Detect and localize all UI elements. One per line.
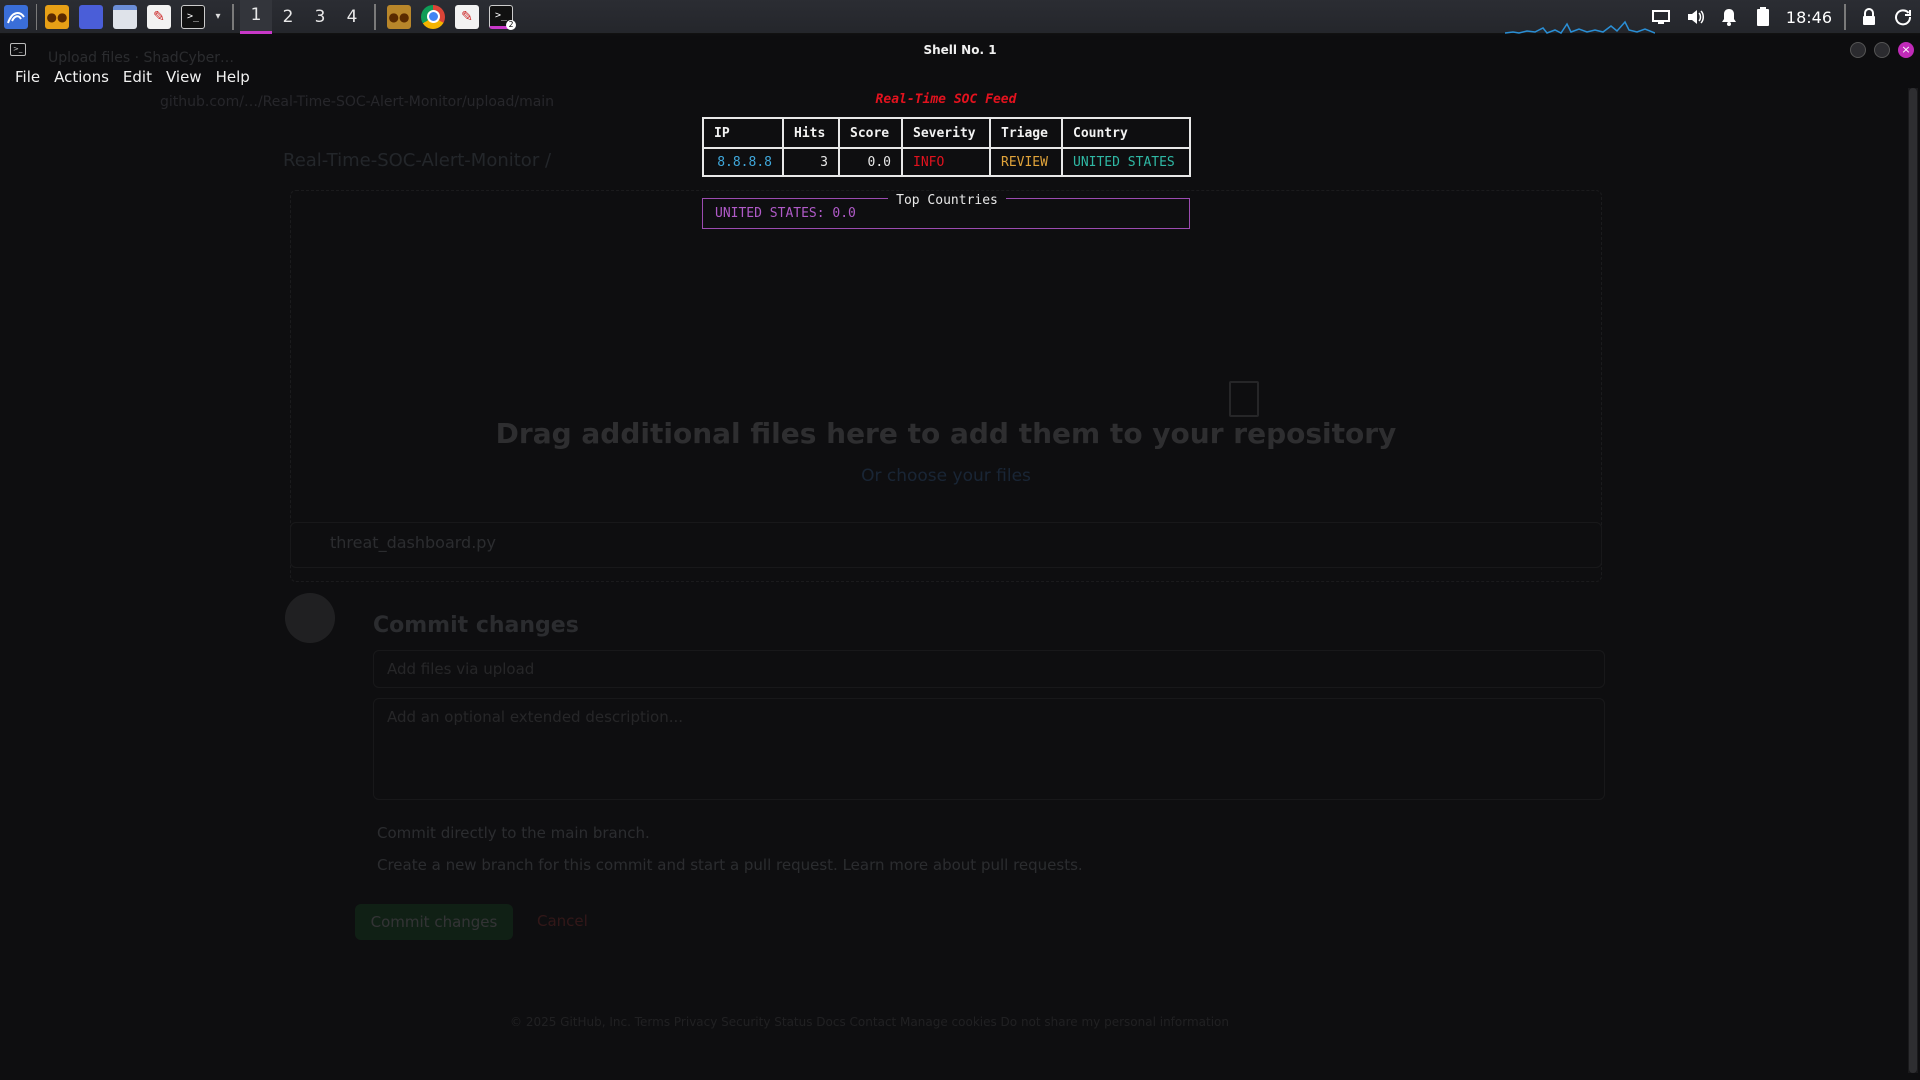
system-tray: 18:46 xyxy=(1644,0,1920,34)
repo-breadcrumb: Real-Time-SOC-Alert-Monitor / xyxy=(283,150,552,171)
maximize-button[interactable] xyxy=(1874,42,1890,58)
cpu-network-graph xyxy=(1505,20,1655,34)
table-header-row: IP Hits Score Severity Triage Country xyxy=(702,117,1191,149)
cell-country: UNITED STATES xyxy=(1061,147,1191,177)
commit-description-placeholder: Add an optional extended description... xyxy=(387,708,684,726)
close-button[interactable]: × xyxy=(1898,42,1914,58)
window-titlebar[interactable]: >_ Shell No. 1 × xyxy=(0,36,1920,64)
table-row: 8.8.8.8 3 0.0 INFO REVIEW UNITED STATES xyxy=(702,147,1191,177)
text-editor-icon[interactable]: ✎ xyxy=(147,4,171,29)
cell-score: 0.0 xyxy=(838,147,903,177)
workspace-2[interactable]: 2 xyxy=(272,0,304,34)
column-header-ip: IP xyxy=(702,117,784,149)
menu-actions[interactable]: Actions xyxy=(54,68,109,86)
cancel-button: Cancel xyxy=(537,912,588,930)
cell-triage: REVIEW xyxy=(989,147,1063,177)
terminal-window-icon: >_ xyxy=(10,43,26,56)
column-header-country: Country xyxy=(1061,117,1191,149)
window-title: Shell No. 1 xyxy=(923,43,997,57)
column-header-score: Score xyxy=(838,117,903,149)
terminal-count-badge: 2 xyxy=(506,19,516,30)
commit-heading: Commit changes xyxy=(373,613,579,638)
feed-title: Real-Time SOC Feed xyxy=(875,92,1017,107)
volume-icon[interactable] xyxy=(1684,6,1706,28)
terminal-scrollbar[interactable] xyxy=(1908,88,1918,1073)
commit-branch-option: Create a new branch for this commit and … xyxy=(377,856,1083,874)
menu-bar: File Actions Edit View Help xyxy=(0,64,1920,90)
chevron-down-icon[interactable]: ▾ xyxy=(212,5,224,29)
window-controls: × xyxy=(1842,42,1914,58)
lock-icon[interactable] xyxy=(1858,6,1880,28)
kali-menu-icon[interactable] xyxy=(4,4,28,29)
menu-help[interactable]: Help xyxy=(216,68,250,86)
commit-message-placeholder: Add files via upload xyxy=(387,660,535,678)
commit-changes-button: Commit changes xyxy=(355,904,513,940)
burp-app-icon[interactable]: ●● xyxy=(387,4,411,29)
cell-ip: 8.8.8.8 xyxy=(702,147,784,177)
file-manager-icon[interactable] xyxy=(113,4,137,29)
menu-view[interactable]: View xyxy=(166,68,202,86)
workspace-4[interactable]: 4 xyxy=(336,0,368,34)
column-header-triage: Triage xyxy=(989,117,1063,149)
cell-severity: INFO xyxy=(901,147,991,177)
top-panel: ●● ✎ >_ ▾ 1 2 3 4 ●● ✎ >_ 2 18:46 xyxy=(0,0,1920,34)
panel-separator xyxy=(1844,4,1846,30)
workspace-1[interactable]: 1 xyxy=(240,0,272,34)
uploaded-file-name: threat_dashboard.py xyxy=(330,533,496,552)
notification-bell-icon[interactable] xyxy=(1718,6,1740,28)
avatar xyxy=(285,593,335,643)
column-header-severity: Severity xyxy=(901,117,991,149)
terminal-icon[interactable]: >_ xyxy=(181,4,205,29)
browser-tab-title: Upload files · ShadCyber… xyxy=(48,50,235,66)
panel-separator xyxy=(36,3,37,30)
clock[interactable]: 18:46 xyxy=(1786,8,1832,27)
desktop-icon[interactable] xyxy=(79,4,103,29)
battery-icon[interactable] xyxy=(1752,6,1774,28)
chrome-icon[interactable] xyxy=(421,4,445,29)
drop-heading: Drag additional files here to add them t… xyxy=(495,417,1397,450)
top-countries-title: Top Countries xyxy=(888,193,1006,208)
panel-separator xyxy=(374,3,376,30)
menu-edit[interactable]: Edit xyxy=(123,68,152,86)
power-restart-icon[interactable] xyxy=(1892,6,1914,28)
page-footer: © 2025 GitHub, Inc. Terms Privacy Securi… xyxy=(510,1015,1229,1029)
burp-icon[interactable]: ●● xyxy=(45,4,69,29)
workspace-3[interactable]: 3 xyxy=(304,0,336,34)
browser-url: github.com/…/Real-Time-SOC-Alert-Monitor… xyxy=(160,94,555,110)
scrollbar-thumb[interactable] xyxy=(1909,88,1917,1073)
cell-hits: 3 xyxy=(782,147,840,177)
menu-file[interactable]: File xyxy=(15,68,40,86)
panel-separator xyxy=(232,3,234,30)
file-icon xyxy=(1229,381,1259,417)
column-header-hits: Hits xyxy=(782,117,840,149)
minimize-button[interactable] xyxy=(1850,42,1866,58)
background-github-page: Upload files · ShadCyber… github.com/…/R… xyxy=(0,50,1900,1080)
terminal-app-icon[interactable]: >_ 2 xyxy=(489,4,516,30)
top-countries-value: UNITED STATES: 0.0 xyxy=(715,206,856,221)
choose-files-link: Or choose your files xyxy=(861,466,1031,486)
commit-direct-option: Commit directly to the main branch. xyxy=(377,824,650,842)
editor-app-icon[interactable]: ✎ xyxy=(455,4,479,29)
commit-message-input xyxy=(373,650,1605,688)
top-countries-panel: Top Countries UNITED STATES: 0.0 xyxy=(702,193,1190,229)
soc-feed-table: IP Hits Score Severity Triage Country 8.… xyxy=(702,117,1191,177)
display-icon[interactable] xyxy=(1650,6,1672,28)
